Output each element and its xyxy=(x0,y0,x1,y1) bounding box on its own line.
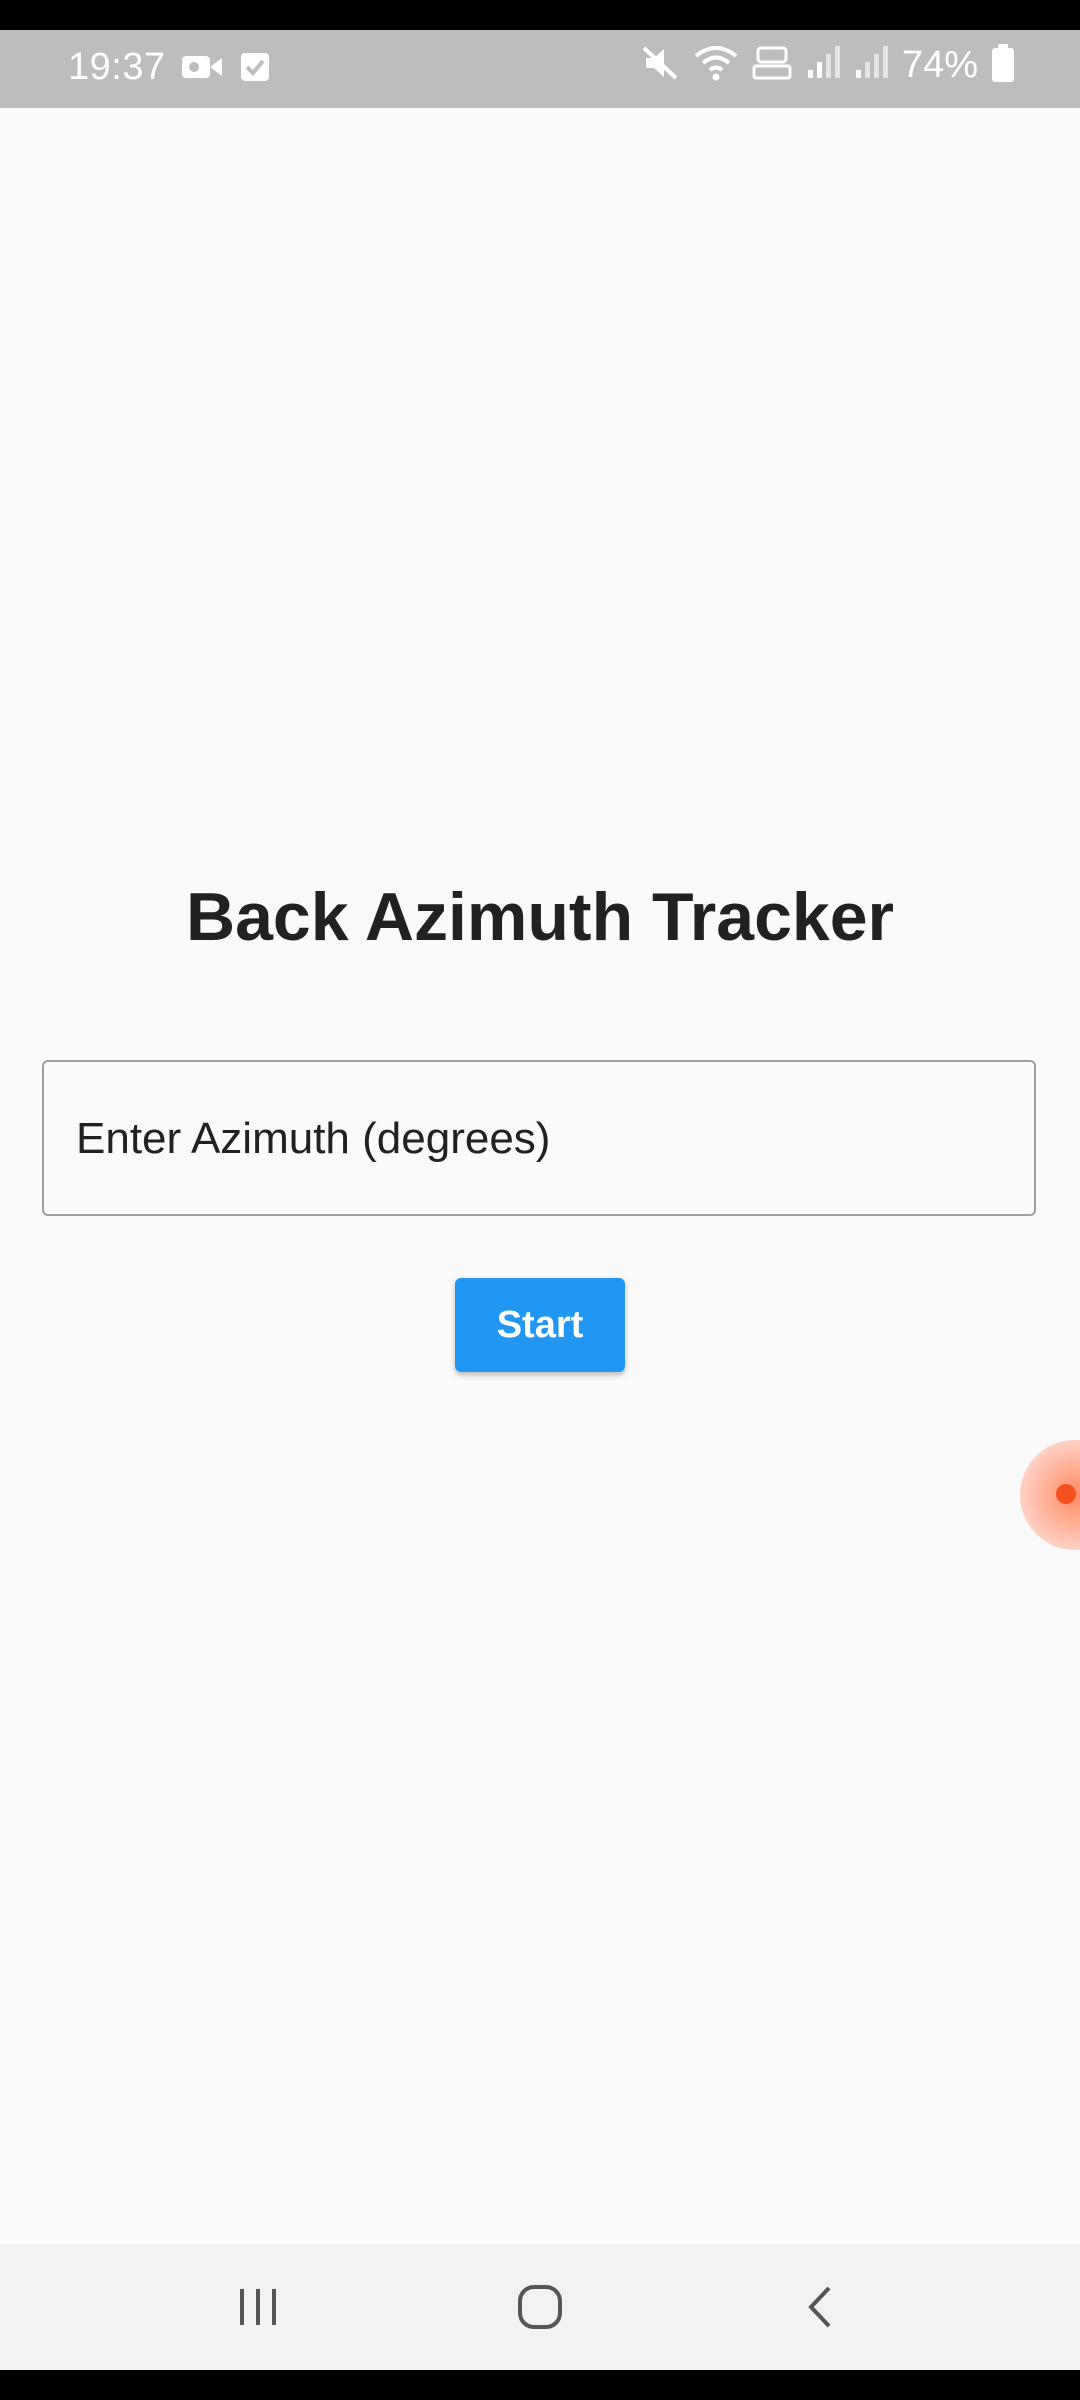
screen-bottom-edge xyxy=(0,2370,1080,2400)
azimuth-input[interactable] xyxy=(74,1062,1008,1216)
recent-apps-icon[interactable] xyxy=(228,2282,288,2332)
home-icon[interactable] xyxy=(510,2282,570,2332)
mute-icon xyxy=(642,44,680,87)
status-left-icons xyxy=(182,52,270,87)
record-dot-icon xyxy=(1056,1484,1076,1504)
page-title: Back Azimuth Tracker xyxy=(186,879,894,955)
back-icon[interactable] xyxy=(790,2282,850,2332)
video-camera-icon xyxy=(182,52,222,87)
navigation-bar xyxy=(0,2244,1080,2370)
status-time: 19:37 xyxy=(68,46,166,88)
azimuth-input-container[interactable] xyxy=(42,1060,1036,1216)
app-content: Back Azimuth Tracker Start xyxy=(0,108,1080,2244)
phone-screen: 19:37 74% Back Azimuth Tracker Enter Azi… xyxy=(0,0,1080,2400)
status-right-icons: 74% xyxy=(642,44,1014,87)
battery-percentage: 74% xyxy=(901,44,978,86)
start-button[interactable]: Start xyxy=(455,1278,625,1372)
signal-icon xyxy=(806,46,840,85)
volte-icon xyxy=(752,44,792,87)
checkbox-icon xyxy=(240,52,270,87)
signal-icon xyxy=(854,46,888,85)
wifi-icon xyxy=(694,44,738,87)
floating-recording-bubble[interactable] xyxy=(1020,1440,1080,1550)
screen-top-edge xyxy=(0,0,1080,30)
status-bar: 19:37 74% xyxy=(0,30,1080,108)
battery-icon xyxy=(992,44,1014,87)
